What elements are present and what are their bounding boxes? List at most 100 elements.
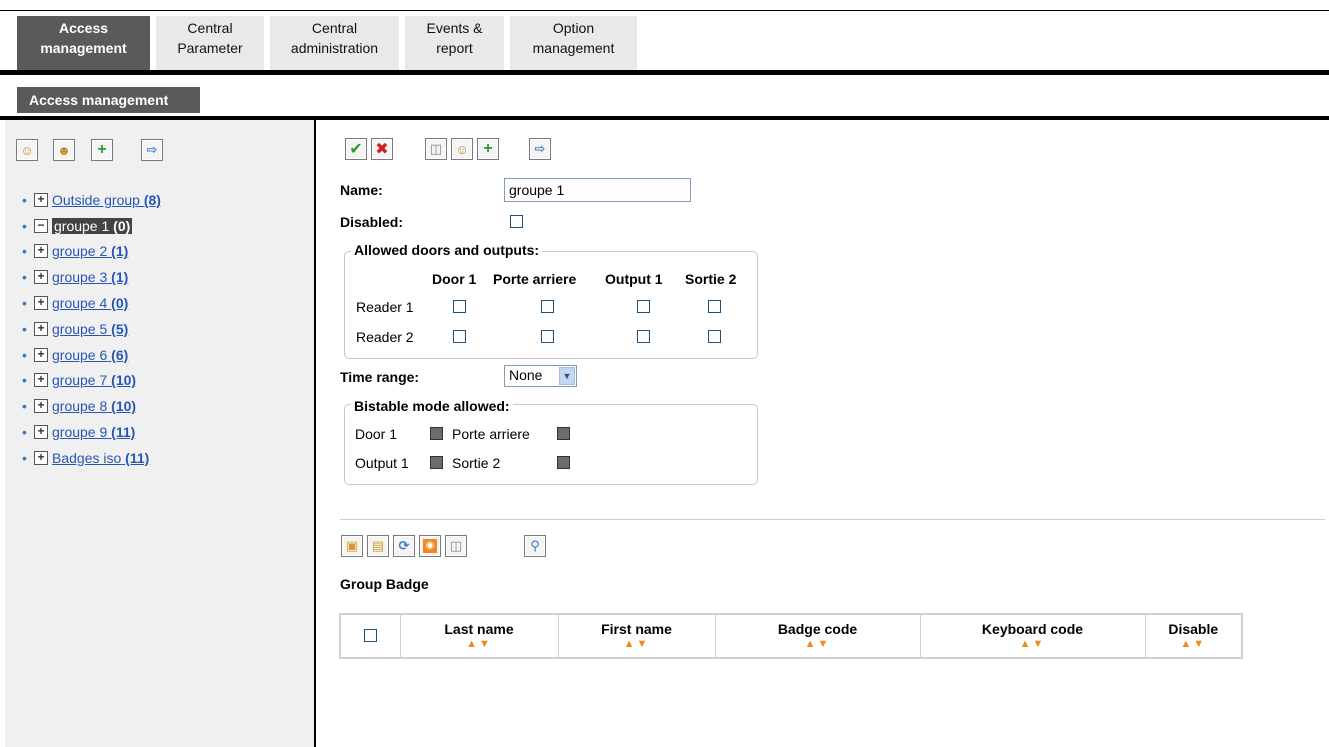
door-checkbox[interactable] (637, 330, 650, 343)
door-checkbox[interactable] (708, 300, 721, 313)
sort-icon[interactable]: ▲▼ (560, 637, 714, 651)
tab-central-parameter[interactable]: Central Parameter (156, 16, 264, 71)
tree-item-link[interactable]: groupe 3 (1) (52, 269, 128, 285)
refresh-button[interactable]: ⟳ (393, 535, 415, 557)
tab-label: administration (290, 40, 379, 56)
bistable-label: Door 1 (355, 426, 398, 442)
bistable-checkbox[interactable] (430, 456, 443, 469)
column-disable[interactable]: Disable ▲▼ (1144, 613, 1243, 659)
unlock-button[interactable]: ▤ (367, 535, 389, 557)
tree-item-count: (0) (113, 217, 131, 234)
column-first-name[interactable]: First name ▲▼ (557, 613, 716, 659)
door-checkbox[interactable] (453, 300, 466, 313)
tree-item: • + groupe 8 (10) (22, 393, 161, 419)
bullet-icon: • (22, 424, 27, 441)
column-badge-code[interactable]: Badge code ▲▼ (714, 613, 921, 659)
name-label: Name: (340, 182, 383, 198)
export-button[interactable]: ⇨ (529, 138, 551, 160)
expand-icon[interactable]: + (34, 192, 48, 207)
door-checkbox[interactable] (637, 300, 650, 313)
tree-item-link[interactable]: groupe 4 (0) (52, 295, 128, 311)
column-header: Output 1 (605, 271, 663, 287)
column-last-name[interactable]: Last name ▲▼ (399, 613, 559, 659)
tree-item-link[interactable]: groupe 8 (10) (52, 398, 136, 414)
lock-icon: ▣ (345, 538, 359, 553)
search-icon: ⚲ (530, 538, 540, 553)
door-checkbox[interactable] (541, 300, 554, 313)
sort-icon[interactable]: ▲▼ (402, 637, 557, 651)
sort-icon[interactable]: ▲▼ (922, 637, 1144, 651)
tree-item: • + groupe 6 (6) (22, 342, 161, 368)
expand-icon[interactable]: + (34, 450, 48, 465)
bistable-checkbox[interactable] (430, 427, 443, 440)
table-header-row: Last name ▲▼ First name ▲▼ Badge code ▲▼… (339, 613, 1243, 659)
save-button[interactable]: ✔ (345, 138, 367, 160)
expand-icon[interactable]: + (34, 296, 48, 311)
expand-icon[interactable]: + (34, 399, 48, 414)
group-users-button[interactable]: ☻ (53, 139, 75, 161)
tree-item-link[interactable]: Badges iso (11) (52, 450, 149, 466)
export-icon: ⇨ (534, 141, 546, 156)
tree-item-link[interactable]: Outside group (8) (52, 192, 161, 208)
time-range-select[interactable]: None ▼ (504, 365, 577, 387)
search-button[interactable]: ⚲ (524, 535, 546, 557)
expand-icon[interactable]: + (34, 373, 48, 388)
tree-item: • + groupe 4 (0) (22, 290, 161, 316)
expand-icon[interactable]: + (34, 425, 48, 440)
collapse-icon[interactable]: − (34, 218, 48, 233)
add-user-button[interactable]: ☺ (451, 138, 473, 160)
bullet-icon: • (22, 398, 27, 415)
main-tabs: Access management Central Parameter Cent… (17, 16, 643, 71)
subtab-access-management[interactable]: Access management (17, 87, 200, 113)
select-all-cell (339, 613, 401, 659)
column-header: Door 1 (432, 271, 477, 287)
cancel-button[interactable]: ✖ (371, 138, 393, 160)
column-keyboard-code[interactable]: Keyboard code ▲▼ (919, 613, 1146, 659)
sort-icon[interactable]: ▲▼ (1147, 637, 1241, 651)
door-checkbox[interactable] (453, 330, 466, 343)
tree-item-link[interactable]: groupe 7 (10) (52, 372, 136, 388)
expand-icon[interactable]: + (34, 244, 48, 259)
expand-icon[interactable]: + (34, 321, 48, 336)
tree-item: • + groupe 9 (11) (22, 419, 161, 445)
group-users-icon: ☻ (57, 142, 71, 158)
door-checkbox[interactable] (708, 330, 721, 343)
tab-events-report[interactable]: Events & report (405, 16, 504, 71)
bistable-checkbox[interactable] (557, 427, 570, 440)
bistable-label: Sortie 2 (452, 455, 501, 471)
delete-badge-button[interactable]: ◫ (445, 535, 467, 557)
tree-item-link[interactable]: groupe 5 (5) (52, 321, 128, 337)
sort-icon[interactable]: ▲▼ (717, 637, 919, 651)
expand-icon[interactable]: + (34, 270, 48, 285)
disabled-checkbox[interactable] (510, 215, 523, 228)
door-checkbox[interactable] (541, 330, 554, 343)
bullet-icon: • (22, 295, 27, 312)
lock-button[interactable]: ▣ (341, 535, 363, 557)
tree-item-count: (1) (111, 243, 129, 260)
add-item-button[interactable]: + (91, 139, 113, 161)
tree-item-count: (5) (111, 320, 129, 337)
badge-table: Last name ▲▼ First name ▲▼ Badge code ▲▼… (339, 613, 1243, 659)
column-label: Disable (1168, 621, 1219, 637)
section-divider (340, 519, 1325, 520)
add-item-button[interactable]: + (477, 138, 499, 160)
expand-icon[interactable]: + (34, 347, 48, 362)
tab-access-management[interactable]: Access management (17, 16, 150, 71)
name-field[interactable] (504, 178, 691, 202)
tree-item-link[interactable]: groupe 9 (11) (52, 424, 135, 440)
tree-item-link[interactable]: groupe 2 (1) (52, 243, 128, 259)
tree-item-link[interactable]: groupe 6 (6) (52, 347, 128, 363)
bistable-checkbox[interactable] (557, 456, 570, 469)
add-user-button[interactable]: ☺ (16, 139, 38, 161)
rss-button[interactable]: ◉ (419, 535, 441, 557)
add-user-icon: ☺ (455, 141, 469, 157)
bullet-icon: • (22, 320, 27, 337)
tab-label: Central (311, 20, 358, 36)
tab-central-administration[interactable]: Central administration (270, 16, 399, 71)
export-button[interactable]: ⇨ (141, 139, 163, 161)
delete-button[interactable]: ◫ (425, 138, 447, 160)
tab-option-management[interactable]: Option management (510, 16, 637, 71)
refresh-icon: ⟳ (398, 538, 410, 553)
tree-item-link-selected[interactable]: groupe 1 (0) (52, 217, 133, 234)
select-all-checkbox[interactable] (363, 629, 377, 642)
